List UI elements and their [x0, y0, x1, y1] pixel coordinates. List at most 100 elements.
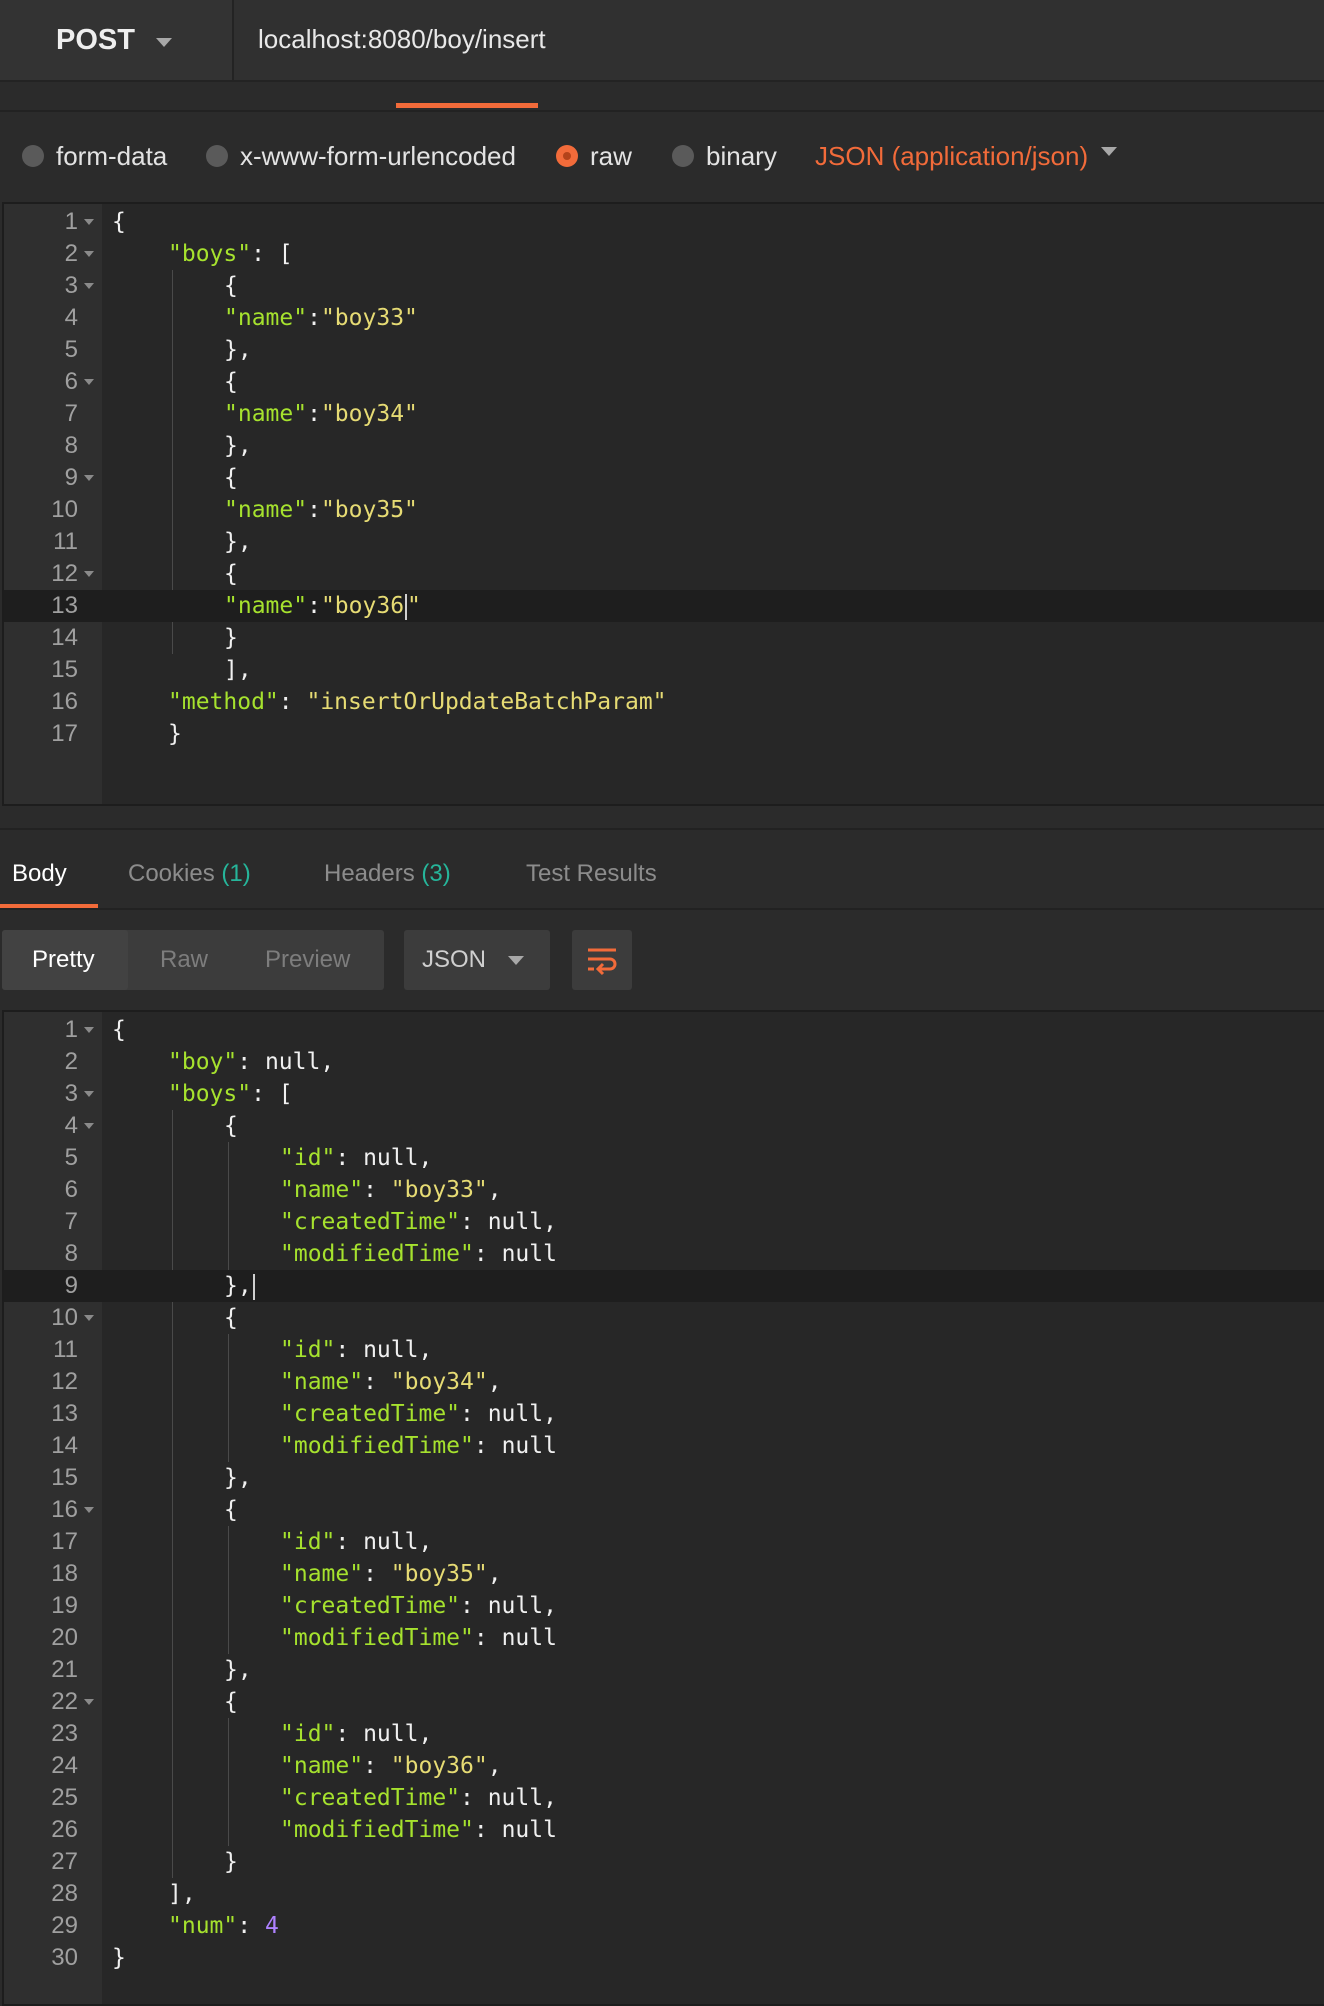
code-text: "boys": [	[168, 1081, 293, 1107]
line-number: 20	[51, 1624, 78, 1651]
fold-caret-icon[interactable]	[84, 1507, 94, 1513]
fold-caret-icon[interactable]	[84, 1091, 94, 1097]
line-number: 11	[53, 528, 78, 555]
radio-icon	[206, 145, 228, 167]
fold-caret-icon[interactable]	[84, 475, 94, 481]
code-line: 27}	[4, 1846, 1324, 1878]
line-number: 4	[64, 304, 78, 331]
code-text: "id": null,	[280, 1337, 433, 1363]
chevron-down-icon[interactable]	[1101, 147, 1117, 156]
line-number: 22	[51, 1688, 78, 1715]
code-line: 8 "modifiedTime": null	[4, 1238, 1324, 1270]
response-tabs: Body Cookies (1) Headers (3) Test Result…	[0, 828, 1324, 910]
line-number: 6	[64, 1176, 78, 1203]
code-line: 4 "name":"boy33"	[4, 302, 1324, 334]
code-text: "boys": [	[168, 241, 293, 267]
count-badge: (3)	[421, 860, 451, 887]
radio-urlencoded[interactable]: x-www-form-urlencoded	[206, 136, 516, 176]
fold-caret-icon[interactable]	[84, 1699, 94, 1705]
tab-headers[interactable]: Headers (3)	[324, 860, 451, 888]
tab-label: Cookies	[128, 860, 215, 887]
line-number: 21	[51, 1656, 78, 1683]
line-number: 7	[64, 400, 78, 427]
radio-label: form-data	[56, 140, 168, 171]
code-text: {	[224, 1113, 238, 1139]
tab-label: Headers	[324, 860, 415, 887]
code-line: 9},	[4, 1270, 1324, 1302]
fold-caret-icon[interactable]	[84, 1027, 94, 1033]
code-line: 15},	[4, 1462, 1324, 1494]
wrap-lines-button[interactable]	[572, 930, 632, 990]
fold-caret-icon[interactable]	[84, 219, 94, 225]
code-text: },	[224, 337, 252, 363]
code-text: "id": null,	[280, 1529, 433, 1555]
fold-caret-icon[interactable]	[84, 283, 94, 289]
code-line: 22 {	[4, 1686, 1324, 1718]
code-line: 5 "id": null,	[4, 1142, 1324, 1174]
preview-button[interactable]: Preview	[265, 946, 350, 974]
tab-cookies[interactable]: Cookies (1)	[128, 860, 251, 888]
code-line: 7 "createdTime": null,	[4, 1206, 1324, 1238]
code-line: 16 "method": "insertOrUpdateBatchParam"	[4, 686, 1324, 718]
chevron-down-icon	[508, 956, 524, 965]
radio-binary[interactable]: binary	[672, 136, 777, 176]
code-line: 21},	[4, 1654, 1324, 1686]
radio-form-data[interactable]: form-data	[22, 136, 167, 176]
fold-caret-icon[interactable]	[84, 571, 94, 577]
line-number: 12	[51, 560, 78, 587]
line-number: 8	[64, 1240, 78, 1267]
code-text: "name":"boy35"	[224, 497, 418, 523]
fold-caret-icon[interactable]	[84, 1123, 94, 1129]
line-number: 10	[51, 496, 78, 523]
divider	[0, 908, 1324, 910]
code-text: {	[224, 369, 238, 395]
code-line: 4{	[4, 1110, 1324, 1142]
chevron-down-icon[interactable]	[156, 38, 172, 47]
url-input[interactable]: localhost:8080/boy/insert	[234, 0, 1324, 82]
code-line: 11 "id": null,	[4, 1334, 1324, 1366]
method-select[interactable]: POST	[0, 0, 234, 82]
line-number: 13	[51, 592, 78, 619]
code-line: 23 "id": null,	[4, 1718, 1324, 1750]
code-text: "name": "boy34",	[280, 1369, 502, 1395]
fold-caret-icon[interactable]	[84, 379, 94, 385]
method-label: POST	[56, 24, 135, 56]
radio-checked-icon	[556, 145, 578, 167]
fold-caret-icon[interactable]	[84, 251, 94, 257]
code-line: 11},	[4, 526, 1324, 558]
code-text: },	[224, 433, 252, 459]
content-type-select[interactable]: JSON (application/json)	[815, 136, 1088, 176]
count-badge: (1)	[221, 860, 251, 887]
radio-label: binary	[706, 140, 777, 171]
code-line: 20 "modifiedTime": null	[4, 1622, 1324, 1654]
line-number: 29	[51, 1912, 78, 1939]
format-select[interactable]: JSON	[404, 930, 550, 990]
code-text: },	[224, 1657, 252, 1683]
code-text: "modifiedTime": null	[280, 1241, 557, 1267]
code-line: 1{	[4, 1014, 1324, 1046]
raw-button[interactable]: Raw	[160, 946, 208, 974]
line-number: 10	[51, 1304, 78, 1331]
request-body-editor[interactable]: 1{2 "boys": [3{4 "name":"boy33" 5}, 6{7 "name…	[2, 202, 1324, 806]
line-number: 7	[64, 1208, 78, 1235]
line-number: 16	[51, 688, 78, 715]
code-text: }	[112, 1945, 126, 1971]
code-text: {	[224, 561, 238, 587]
tab-test-results[interactable]: Test Results	[526, 860, 657, 888]
line-number: 12	[51, 1368, 78, 1395]
code-line: 10 "name":"boy35"	[4, 494, 1324, 526]
tab-body[interactable]: Body	[12, 860, 67, 888]
line-number: 17	[51, 1528, 78, 1555]
radio-icon	[672, 145, 694, 167]
code-text: {	[224, 1497, 238, 1523]
radio-label: raw	[590, 140, 632, 171]
line-number: 28	[51, 1880, 78, 1907]
line-number: 1	[64, 1016, 78, 1043]
code-line: 30}	[4, 1942, 1324, 1974]
response-body-viewer[interactable]: 1{2 "boy": null, 3 "boys": [4{5 "id": null, 6…	[2, 1010, 1324, 2006]
fold-caret-icon[interactable]	[84, 1315, 94, 1321]
radio-raw[interactable]: raw	[556, 136, 632, 176]
code-line: 12 {	[4, 558, 1324, 590]
pretty-button[interactable]: Pretty	[32, 946, 95, 974]
code-text: "modifiedTime": null	[280, 1817, 557, 1843]
